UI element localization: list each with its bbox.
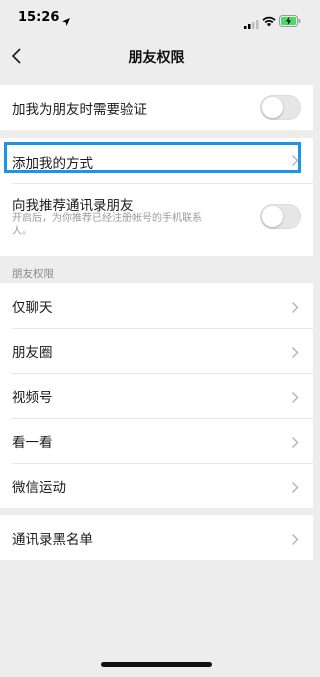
permission-item-channels[interactable]: 视频号 <box>0 373 313 418</box>
status-time: 15:26 <box>18 10 60 25</box>
permission-item-top-stories[interactable]: 看一看 <box>0 418 313 463</box>
status-bar: 15:26 <box>0 0 313 38</box>
blacklist-group: 通讯录黑名单 <box>0 515 313 560</box>
verify-toggle[interactable] <box>260 95 301 120</box>
permission-item-label: 微信运动 <box>12 480 66 496</box>
verify-label: 加我为朋友时需要验证 <box>12 102 147 118</box>
recommend-label: 向我推荐通讯录朋友 <box>12 198 134 214</box>
verify-group: 加我为朋友时需要验证 <box>0 85 313 130</box>
permission-item-werun[interactable]: 微信运动 <box>0 463 313 508</box>
page-title: 朋友权限 <box>128 50 185 66</box>
permission-item-label: 视频号 <box>12 390 53 406</box>
toggle-knob <box>262 97 283 118</box>
recommend-toggle[interactable] <box>260 204 301 229</box>
permission-item-label: 仅聊天 <box>12 300 53 316</box>
permission-item-moments[interactable]: 朋友圈 <box>0 328 313 373</box>
blacklist-label: 通讯录黑名单 <box>12 532 93 548</box>
permissions-group: 仅聊天 朋友圈 视频号 看一看 微信运动 <box>0 283 313 508</box>
chevron-right-icon <box>291 389 299 408</box>
location-arrow-icon <box>61 12 71 31</box>
selection-highlight <box>4 142 301 173</box>
nav-bar: 朋友权限 <box>0 38 313 76</box>
chevron-right-icon <box>291 344 299 363</box>
chevron-right-icon <box>291 531 299 550</box>
chevron-right-icon <box>291 299 299 318</box>
recommend-description: 开启后，为你推荐已经注册帐号的手机联系人。 <box>12 213 202 237</box>
home-indicator[interactable] <box>101 662 212 667</box>
verify-row[interactable]: 加我为朋友时需要验证 <box>0 85 313 130</box>
permission-item-chat-only[interactable]: 仅聊天 <box>0 283 313 328</box>
chevron-right-icon <box>291 479 299 498</box>
permission-item-label: 看一看 <box>12 435 53 451</box>
toggle-knob <box>262 206 283 227</box>
permissions-section-header: 朋友权限 <box>12 268 54 280</box>
blacklist-row[interactable]: 通讯录黑名单 <box>0 515 313 560</box>
chevron-right-icon <box>291 434 299 453</box>
battery-charging-icon <box>279 12 301 31</box>
permission-item-label: 朋友圈 <box>12 345 53 361</box>
cellular-signal-icon <box>244 14 259 33</box>
wifi-icon <box>262 12 276 31</box>
